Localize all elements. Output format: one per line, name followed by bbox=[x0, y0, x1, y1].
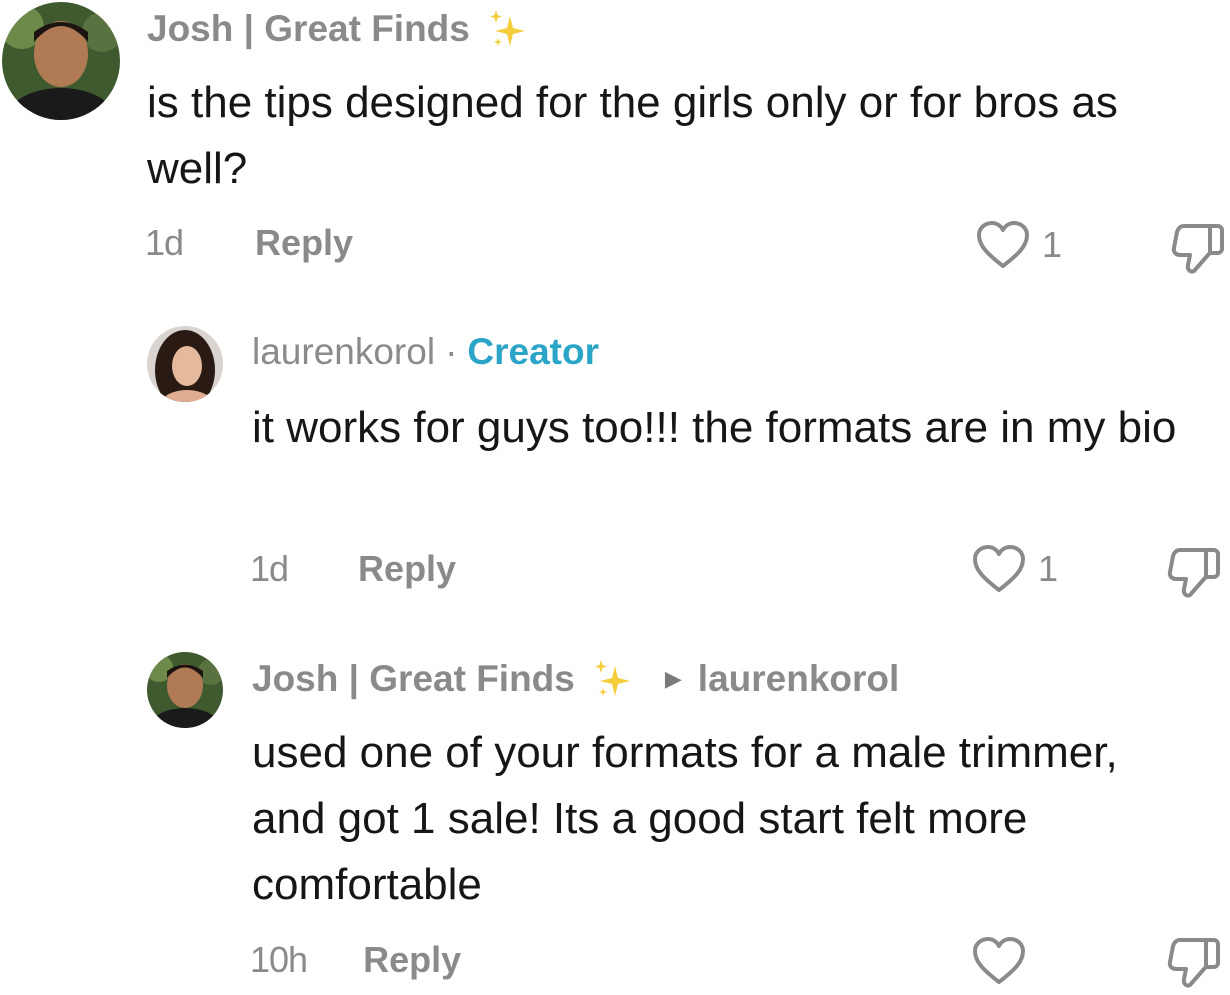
reply-button[interactable]: Reply bbox=[363, 939, 461, 981]
sparkles-icon bbox=[484, 6, 530, 52]
comment-author[interactable]: laurenkorol · Creator bbox=[252, 331, 599, 373]
comment-text: it works for guys too!!! the formats are… bbox=[252, 403, 1177, 452]
avatar-laurenkorol[interactable] bbox=[147, 326, 223, 402]
author-name[interactable]: laurenkorol bbox=[252, 331, 435, 373]
avatar-josh[interactable] bbox=[147, 652, 223, 728]
heart-outline-icon bbox=[973, 937, 1025, 984]
comment-time: 1d bbox=[250, 548, 289, 589]
comment-meta: 1d Reply bbox=[145, 222, 353, 264]
triangle-right-icon: ▶ bbox=[664, 666, 682, 691]
like-button[interactable]: 1 bbox=[976, 220, 1062, 270]
heart-outline-icon bbox=[973, 545, 1025, 592]
like-button[interactable]: 1 bbox=[972, 544, 1058, 594]
like-button[interactable] bbox=[972, 936, 1038, 986]
creator-badge: Creator bbox=[467, 331, 599, 372]
avatar-josh-image bbox=[147, 652, 223, 728]
dislike-button[interactable] bbox=[1166, 934, 1222, 995]
reply-button[interactable]: Reply bbox=[358, 548, 456, 590]
comment-meta: 10h Reply bbox=[250, 939, 461, 981]
dislike-button[interactable] bbox=[1166, 544, 1222, 605]
comment-meta: 1d Reply bbox=[250, 548, 456, 590]
author-name[interactable]: Josh | Great Finds bbox=[252, 658, 575, 700]
comment-author[interactable]: Josh | Great Finds bbox=[147, 6, 530, 52]
sparkles-icon bbox=[589, 656, 635, 702]
reply-button[interactable]: Reply bbox=[255, 222, 353, 264]
thumbs-down-icon bbox=[1167, 938, 1220, 988]
comment-author[interactable]: Josh | Great Finds ▶ laurenkorol bbox=[252, 656, 899, 702]
comment-time: 1d bbox=[145, 222, 184, 263]
thumbs-down-icon bbox=[1167, 548, 1220, 598]
author-separator: · bbox=[445, 331, 458, 372]
dislike-button[interactable] bbox=[1170, 220, 1226, 281]
comment-text: used one of your formats for a male trim… bbox=[252, 728, 1118, 909]
thumbs-down-icon bbox=[1171, 224, 1224, 274]
heart-outline-icon bbox=[977, 221, 1029, 268]
author-name[interactable]: Josh | Great Finds bbox=[147, 8, 470, 50]
avatar-laurenkorol-image bbox=[147, 326, 223, 402]
like-count: 1 bbox=[1038, 548, 1059, 589]
avatar-josh[interactable] bbox=[2, 2, 120, 120]
comment-time: 10h bbox=[250, 939, 308, 980]
reply-to-user[interactable]: laurenkorol bbox=[698, 658, 900, 700]
avatar-josh-image bbox=[2, 2, 120, 120]
comment-text: is the tips designed for the girls only … bbox=[147, 78, 1118, 193]
like-count: 1 bbox=[1042, 224, 1063, 265]
